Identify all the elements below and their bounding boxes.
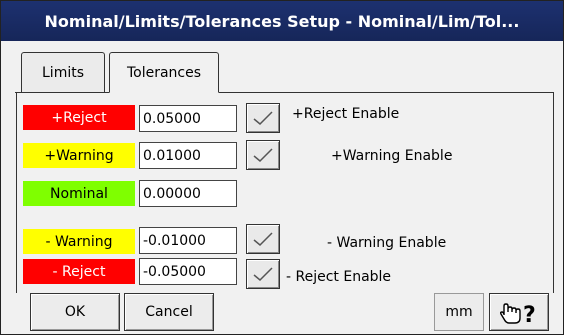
minus-warning-label: - Warning <box>23 229 135 254</box>
checkmark-icon <box>253 267 273 282</box>
checkmark-icon <box>253 232 273 247</box>
nominal-input[interactable]: 0.00000 <box>139 180 237 207</box>
minus-warning-enable-label: - Warning Enable <box>327 235 447 251</box>
plus-warning-label: +Warning <box>23 143 135 168</box>
tab-limits[interactable]: Limits <box>21 52 105 92</box>
window-title: Nominal/Limits/Tolerances Setup - Nomina… <box>1 1 563 41</box>
nominal-label: Nominal <box>23 181 135 206</box>
plus-reject-enable-label: +Reject Enable <box>292 106 400 122</box>
minus-reject-enable-label: - Reject Enable <box>286 269 392 285</box>
plus-reject-label: +Reject <box>23 105 135 130</box>
plus-reject-input[interactable]: 0.05000 <box>139 105 237 132</box>
setup-dialog: Nominal/Limits/Tolerances Setup - Nomina… <box>0 0 564 335</box>
checkmark-icon <box>253 148 273 163</box>
minus-warning-enable-checkbox[interactable] <box>246 224 280 254</box>
svg-text:?: ? <box>523 303 536 327</box>
pointing-hand-question-icon: ? <box>499 303 536 327</box>
checkmark-icon <box>253 111 273 126</box>
plus-reject-enable-checkbox[interactable] <box>246 103 280 133</box>
plus-warning-input[interactable]: 0.01000 <box>139 142 237 169</box>
tab-tolerances[interactable]: Tolerances <box>109 52 219 93</box>
minus-reject-enable-checkbox[interactable] <box>246 259 280 289</box>
minus-warning-input[interactable]: -0.01000 <box>139 227 237 254</box>
help-button[interactable]: ? <box>489 293 549 331</box>
minus-reject-input[interactable]: -0.05000 <box>139 258 237 285</box>
unit-indicator[interactable]: mm <box>434 293 484 331</box>
minus-reject-label: - Reject <box>23 259 135 284</box>
cancel-button[interactable]: Cancel <box>124 293 214 331</box>
plus-warning-enable-label: +Warning Enable <box>331 148 453 164</box>
plus-warning-enable-checkbox[interactable] <box>246 140 280 170</box>
ok-button[interactable]: OK <box>30 293 120 331</box>
